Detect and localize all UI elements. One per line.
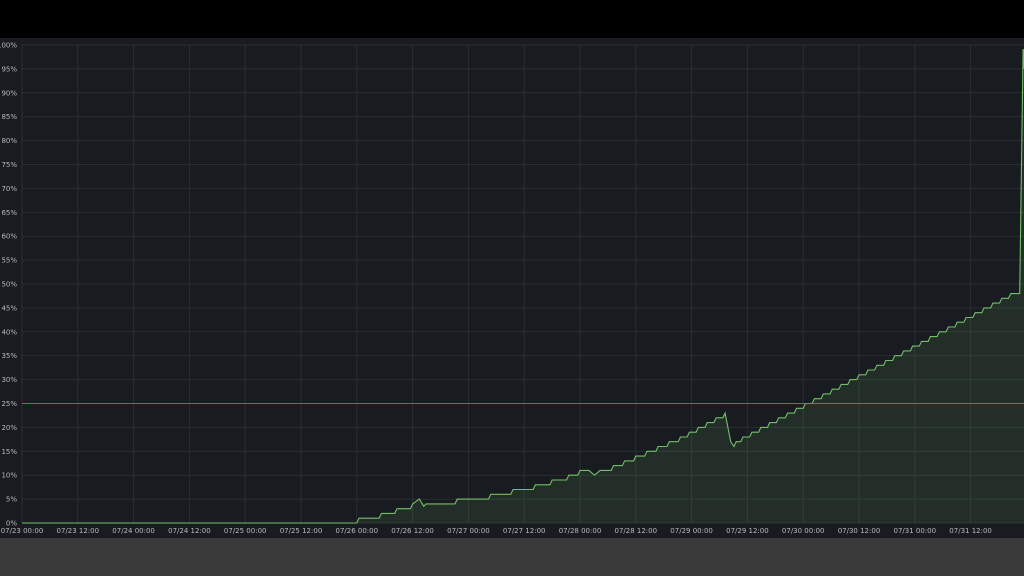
series-layer: [22, 49, 1024, 524]
x-tick-label: 07/26 12:00: [391, 527, 434, 535]
x-tick-label: 07/24 12:00: [168, 527, 211, 535]
x-tick-label: 07/31 12:00: [949, 527, 992, 535]
x-tick-label: 07/30 00:00: [782, 527, 825, 535]
series-area: [22, 49, 1024, 524]
y-tick-label: 35%: [1, 352, 17, 360]
y-tick-label: 70%: [1, 185, 17, 193]
y-axis: 0%5%10%15%20%25%30%35%40%45%50%55%60%65%…: [0, 42, 17, 528]
y-tick-label: 90%: [1, 89, 17, 97]
x-tick-label: 07/25 00:00: [224, 527, 267, 535]
x-tick-label: 07/23 00:00: [1, 527, 44, 535]
y-tick-label: 80%: [1, 137, 17, 145]
x-tick-label: 07/23 12:00: [57, 527, 100, 535]
y-tick-label: 100%: [0, 42, 17, 50]
x-tick-label: 07/24 00:00: [112, 527, 155, 535]
y-tick-label: 85%: [1, 113, 17, 121]
y-tick-label: 10%: [1, 472, 17, 480]
x-tick-label: 07/29 00:00: [670, 527, 713, 535]
y-tick-label: 20%: [1, 424, 17, 432]
y-tick-label: 75%: [1, 161, 17, 169]
x-tick-label: 07/28 12:00: [615, 527, 658, 535]
x-tick-label: 07/26 00:00: [336, 527, 379, 535]
y-tick-label: 15%: [1, 448, 17, 456]
y-tick-label: 50%: [1, 281, 17, 289]
x-tick-label: 07/30 12:00: [838, 527, 881, 535]
x-tick-label: 07/31 00:00: [894, 527, 937, 535]
y-tick-label: 60%: [1, 233, 17, 241]
x-tick-label: 07/27 00:00: [447, 527, 490, 535]
x-tick-label: 07/25 12:00: [280, 527, 323, 535]
x-tick-label: 07/27 12:00: [503, 527, 546, 535]
y-tick-label: 95%: [1, 65, 17, 73]
y-tick-label: 65%: [1, 209, 17, 217]
y-tick-label: 55%: [1, 257, 17, 265]
y-tick-label: 30%: [1, 376, 17, 384]
percentage-time-series-chart: 0%5%10%15%20%25%30%35%40%45%50%55%60%65%…: [0, 42, 1024, 535]
x-tick-label: 07/28 00:00: [559, 527, 602, 535]
y-tick-label: 45%: [1, 304, 17, 312]
y-tick-label: 40%: [1, 328, 17, 336]
y-tick-label: 5%: [6, 496, 17, 504]
x-tick-label: 07/29 12:00: [726, 527, 769, 535]
y-tick-label: 25%: [1, 400, 17, 408]
x-axis: 07/23 00:00 07/23 12:00 07/24 00:00 07/24 1…: [1, 527, 992, 535]
